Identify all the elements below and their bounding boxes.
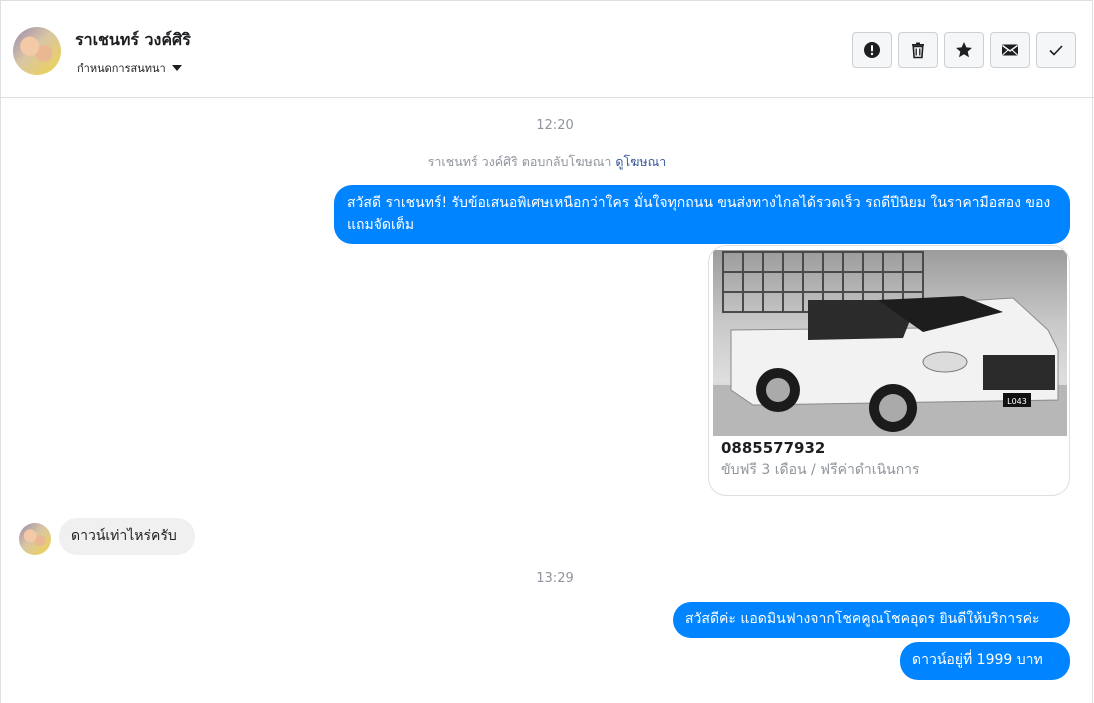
delete-button[interactable] [898, 32, 938, 68]
conversation-settings-label: กำหนดการสนทนา [77, 62, 166, 75]
alert-icon [864, 42, 880, 58]
done-button[interactable] [1036, 32, 1076, 68]
action-toolbar [852, 32, 1076, 68]
ad-reply-notice: ราเชนทร์ วงค์ศิริ ตอบกลับโฆษณา ดูโฆษณา [0, 152, 1094, 172]
reply-message-bubble: สวัสดีค่ะ แอดมินฟางจากโชคคูณโชคอุดร ยินด… [673, 602, 1070, 638]
truck-image: L043 [713, 250, 1067, 436]
ad-reply-text: ราเชนทร์ วงค์ศิริ ตอบกลับโฆษณา [427, 154, 612, 169]
caret-down-icon [171, 65, 182, 71]
conversation-settings-dropdown[interactable]: กำหนดการสนทนา [77, 59, 182, 77]
mark-unread-button[interactable] [990, 32, 1030, 68]
ad-message-bubble: สวัสดี ราเชนทร์! รับข้อเสนอพิเศษเหนือกว่… [334, 185, 1070, 244]
conversation-header: ราเชนทร์ วงค์ศิริ กำหนดการสนทนา [0, 0, 1094, 98]
ad-card-title: 0885577932 [721, 439, 826, 457]
star-button[interactable] [944, 32, 984, 68]
ad-card-subtitle: ขับฟรี 3 เดือน / ฟรีค่าดำเนินการ [721, 462, 920, 478]
ad-card[interactable]: L043 0885577932 ขับฟรี 3 เดือน / ฟรีค่าด… [708, 245, 1070, 496]
contact-avatar-small [19, 523, 51, 555]
check-icon [1049, 45, 1063, 56]
incoming-message-bubble: ดาวน์เท่าไหร่ครับ [59, 518, 195, 555]
contact-name[interactable]: ราเชนทร์ วงค์ศิริ [75, 28, 191, 53]
view-ad-link[interactable]: ดูโฆษณา [615, 154, 666, 169]
trash-icon [912, 42, 924, 59]
report-button[interactable] [852, 32, 892, 68]
timestamp: 13:29 [536, 571, 574, 586]
timestamp: 12:20 [536, 118, 574, 133]
star-icon [956, 42, 972, 58]
reply-message-bubble: ดาวน์อยู่ที่ 1999 บาท [900, 642, 1070, 680]
contact-avatar[interactable] [13, 27, 61, 75]
envelope-icon [1002, 44, 1018, 56]
plate-number: L043 [1007, 397, 1027, 406]
